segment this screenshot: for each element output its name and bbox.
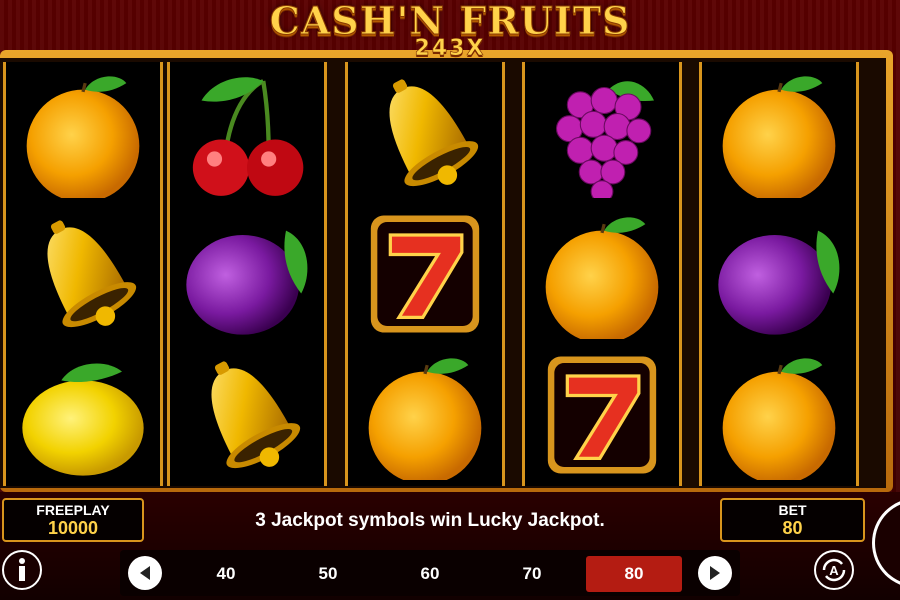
orange-icon	[722, 357, 836, 480]
bet-value: 80	[782, 518, 803, 538]
bell-icon	[47, 219, 137, 327]
plum-icon	[718, 230, 840, 335]
reel-3	[345, 62, 505, 486]
orange-icon	[545, 216, 659, 339]
reel-symbol	[702, 344, 856, 485]
bet-option-60[interactable]: 60	[382, 556, 478, 592]
seven-icon	[370, 215, 480, 332]
info-button[interactable]	[2, 550, 42, 590]
bell-icon	[211, 360, 301, 468]
bet-display: BET 80	[720, 498, 865, 542]
arrow-left-icon	[140, 566, 150, 580]
reel-symbol	[525, 203, 679, 344]
svg-text:A: A	[829, 563, 839, 578]
reel-symbol	[348, 344, 502, 485]
orange-icon	[26, 75, 140, 198]
reel-symbol	[348, 203, 502, 344]
reel-1	[3, 62, 163, 486]
game-logo: CASH'N FRUITS 243X	[0, 0, 900, 62]
grapes-icon	[555, 80, 654, 198]
autoplay-icon: A	[822, 558, 846, 582]
bell-icon	[389, 78, 479, 186]
info-message: 3 Jackpot symbols win Lucky Jackpot.	[255, 510, 605, 531]
bet-increase-button[interactable]	[698, 556, 732, 590]
reel-symbol	[6, 344, 160, 485]
plum-icon	[186, 230, 308, 335]
reel-symbol	[702, 62, 856, 203]
seven-icon	[547, 356, 657, 473]
bet-option-50[interactable]: 50	[280, 556, 376, 592]
arrow-right-icon	[710, 566, 720, 580]
freeplay-value: 10000	[47, 518, 99, 538]
bet-label: BET	[778, 502, 807, 518]
bet-option-80[interactable]: 80	[586, 556, 682, 592]
spin-icon	[889, 518, 900, 568]
reel-symbol	[6, 203, 160, 344]
bet-option-40[interactable]: 40	[178, 556, 274, 592]
bet-option-70[interactable]: 70	[484, 556, 580, 592]
orange-icon	[722, 75, 836, 198]
reel-4	[522, 62, 682, 486]
reel-5	[699, 62, 859, 486]
orange-icon	[368, 357, 482, 480]
reel-symbol	[525, 62, 679, 203]
reel-symbol	[525, 344, 679, 485]
reel-symbol	[170, 344, 324, 485]
freeplay-display: FREEPLAY 10000	[2, 498, 144, 542]
reel-2	[167, 62, 327, 486]
freeplay-label: FREEPLAY	[36, 502, 110, 518]
game-subtitle: 243X	[414, 36, 486, 62]
reel-symbol	[6, 62, 160, 203]
autoplay-button[interactable]: A	[814, 550, 854, 590]
reel-symbol	[170, 203, 324, 344]
cherry-icon	[192, 76, 304, 196]
lemon-icon	[22, 362, 144, 476]
bet-decrease-button[interactable]	[128, 556, 162, 590]
reel-symbol	[702, 203, 856, 344]
reel-symbol	[348, 62, 502, 203]
reel-symbol	[170, 62, 324, 203]
info-icon	[19, 558, 25, 581]
